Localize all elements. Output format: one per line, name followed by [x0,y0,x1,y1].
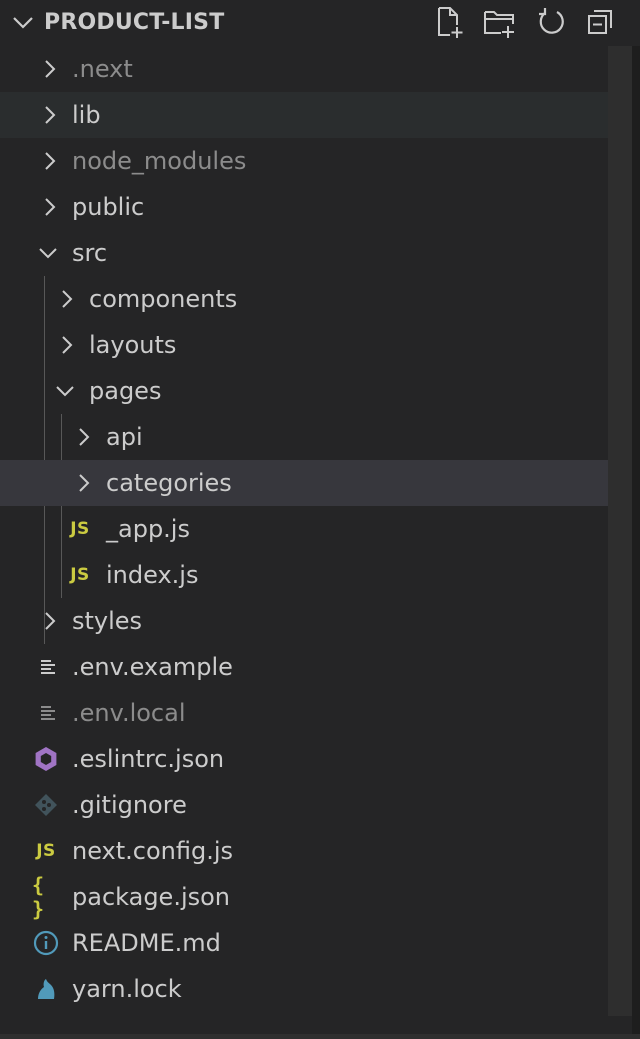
tree-item-label: .env.local [72,699,186,727]
tree-item-api-folder[interactable]: api [0,414,640,460]
tree-item-next-folder[interactable]: .next [0,46,640,92]
tree-item-label: pages [89,377,162,405]
tree-item-env-local-file[interactable]: .env.local [0,690,640,736]
tree-item-label: components [89,285,238,313]
new-file-button[interactable] [432,5,466,39]
collapse-all-icon [588,10,612,34]
js-file-icon: JS [70,565,90,585]
refresh-icon [539,8,564,34]
tree-item-env-example-file[interactable]: .env.example [0,644,640,690]
tree-item-eslintrc-file[interactable]: .eslintrc.json [0,736,640,782]
tree-item-public-folder[interactable]: public [0,184,640,230]
file-explorer: PRODUCT-LIST .next lib node_modules publ… [0,0,640,1039]
js-file-icon: JS [70,519,90,539]
tree-item-label: README.md [72,929,221,957]
tree-item-label: .env.example [72,653,233,681]
tree-item-label: node_modules [72,147,247,175]
tree-item-label: yarn.lock [72,975,182,1003]
chevron-right-icon [79,428,90,446]
chevron-down-icon [39,248,57,259]
editor-edge [632,46,640,1039]
tree-item-label: lib [72,101,101,129]
chevron-right-icon [45,60,56,78]
json-braces-icon: { } [32,873,45,921]
info-icon [33,930,59,956]
tree-item-next-config-file[interactable]: JS next.config.js [0,828,640,874]
text-lines-icon [41,706,55,720]
tree-item-node-modules-folder[interactable]: node_modules [0,138,640,184]
tree-item-layouts-folder[interactable]: layouts [0,322,640,368]
tree-item-components-folder[interactable]: components [0,276,640,322]
explorer-header[interactable]: PRODUCT-LIST [0,0,640,46]
chevron-right-icon [79,474,90,492]
js-file-icon: JS [36,841,56,861]
tree-item-package-json-file[interactable]: { } package.json [0,873,640,921]
tree-item-label: api [106,423,143,451]
text-lines-icon [41,660,55,674]
tree-item-pages-folder[interactable]: pages [0,368,640,414]
refresh-button[interactable] [534,5,568,39]
tree-item-label: _app.js [106,515,190,543]
tree-item-label: src [72,239,108,267]
tree-item-readme-file[interactable]: README.md [0,920,640,966]
tree-item-label: package.json [72,883,231,911]
new-file-icon [438,7,463,38]
tree-item-styles-folder[interactable]: styles [0,598,640,644]
tree-item-gitignore-file[interactable]: .gitignore [0,782,640,828]
tree-item-label: public [72,193,145,221]
tree-item-label: styles [72,607,143,635]
file-tree: .next lib node_modules public src compon… [0,46,640,1039]
tree-item-label: layouts [89,331,177,359]
tree-item-label: .gitignore [72,791,187,819]
tree-item-label: index.js [106,561,199,589]
explorer-title: PRODUCT-LIST [44,10,225,35]
tree-item-src-folder[interactable]: src [0,230,640,276]
tree-item-label: .next [72,55,133,83]
tree-item-yarn-lock-file[interactable]: yarn.lock [0,966,640,1012]
chevron-down-icon [56,386,74,397]
tree-item-lib-folder[interactable]: lib [0,92,640,138]
yarn-icon [38,979,55,999]
new-folder-button[interactable] [482,5,516,39]
new-folder-icon [484,11,514,38]
tree-item-label: categories [106,469,232,497]
chevron-right-icon [62,336,73,354]
eslint-icon [35,747,57,771]
chevron-right-icon [45,612,56,630]
vertical-scrollbar[interactable] [608,46,632,1016]
collapse-all-button[interactable] [584,5,618,39]
tree-item-index-js-file[interactable]: JS index.js [0,552,640,598]
chevron-right-icon [45,106,56,124]
chevron-right-icon [62,290,73,308]
git-icon [35,794,57,816]
bottom-border [0,1034,640,1039]
chevron-down-icon[interactable] [10,10,36,36]
tree-item-app-js-file[interactable]: JS _app.js [0,506,640,552]
chevron-right-icon [45,198,56,216]
tree-item-label: .eslintrc.json [72,745,225,773]
tree-item-label: next.config.js [72,837,234,865]
tree-item-categories-folder[interactable]: categories [0,460,640,506]
chevron-right-icon [45,152,56,170]
